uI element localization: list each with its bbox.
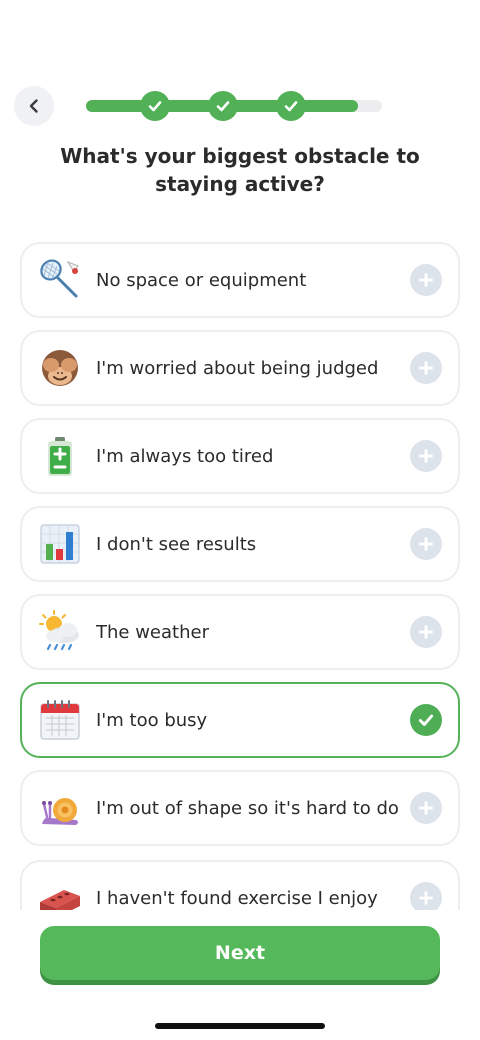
add-toggle[interactable] — [410, 352, 442, 384]
bar-chart-icon — [40, 524, 80, 564]
onboarding-screen: What's your biggest obstacle to staying … — [0, 0, 480, 1040]
options-list[interactable]: No space or equipment I'm worried about … — [0, 238, 480, 910]
plus-icon — [419, 625, 433, 639]
option-label: I haven't found exercise I enjoy — [96, 887, 378, 909]
add-toggle[interactable] — [410, 264, 442, 296]
option-label: No space or equipment — [96, 269, 307, 291]
see-no-evil-monkey-icon — [42, 350, 78, 386]
back-button[interactable] — [14, 86, 54, 126]
option-too-tired[interactable]: I'm always too tired — [20, 418, 460, 494]
low-battery-icon — [48, 437, 72, 476]
progress-step-3 — [276, 91, 306, 121]
option-label: I'm too busy — [96, 709, 208, 731]
question-title: What's your biggest obstacle to staying … — [60, 144, 420, 196]
progress-step-1 — [140, 91, 170, 121]
plus-icon — [419, 801, 433, 815]
selected-checkmark[interactable] — [410, 704, 442, 736]
add-toggle[interactable] — [410, 792, 442, 824]
snail-icon — [42, 798, 78, 825]
option-too-busy[interactable]: I'm too busy — [20, 682, 460, 758]
option-out-of-shape[interactable]: I'm out of shape so it's hard to do — [20, 770, 460, 846]
home-indicator[interactable] — [155, 1023, 325, 1029]
option-label: I'm worried about being judged — [96, 357, 379, 379]
option-label: I don't see results — [96, 533, 257, 555]
progress-step-2 — [208, 91, 238, 121]
badminton-icon — [40, 259, 79, 298]
add-toggle[interactable] — [410, 616, 442, 648]
add-toggle[interactable] — [410, 528, 442, 560]
option-no-enjoyable-exercise[interactable]: I haven't found exercise I enjoy — [20, 860, 460, 910]
check-icon — [148, 101, 162, 112]
option-no-space[interactable]: No space or equipment — [20, 242, 460, 318]
next-button[interactable]: Next — [40, 926, 440, 980]
option-no-results[interactable]: I don't see results — [20, 506, 460, 582]
check-icon — [284, 101, 298, 112]
progress-bar — [86, 91, 382, 121]
option-worried-judged[interactable]: I'm worried about being judged — [20, 330, 460, 406]
calendar-icon — [40, 700, 80, 740]
add-toggle[interactable] — [410, 882, 442, 910]
plus-icon — [419, 273, 433, 287]
plus-icon — [419, 891, 433, 905]
plus-icon — [419, 361, 433, 375]
option-label: The weather — [96, 621, 209, 643]
check-icon — [216, 101, 230, 112]
plus-icon — [419, 449, 433, 463]
option-weather[interactable]: The weather — [20, 594, 460, 670]
add-toggle[interactable] — [410, 440, 442, 472]
option-label: I'm always too tired — [96, 445, 274, 467]
plus-icon — [419, 537, 433, 551]
brick-icon — [40, 890, 80, 910]
sun-behind-rain-cloud-icon — [39, 610, 79, 651]
option-label: I'm out of shape so it's hard to do — [96, 797, 399, 819]
check-icon — [418, 714, 434, 726]
chevron-left-icon — [29, 99, 38, 113]
